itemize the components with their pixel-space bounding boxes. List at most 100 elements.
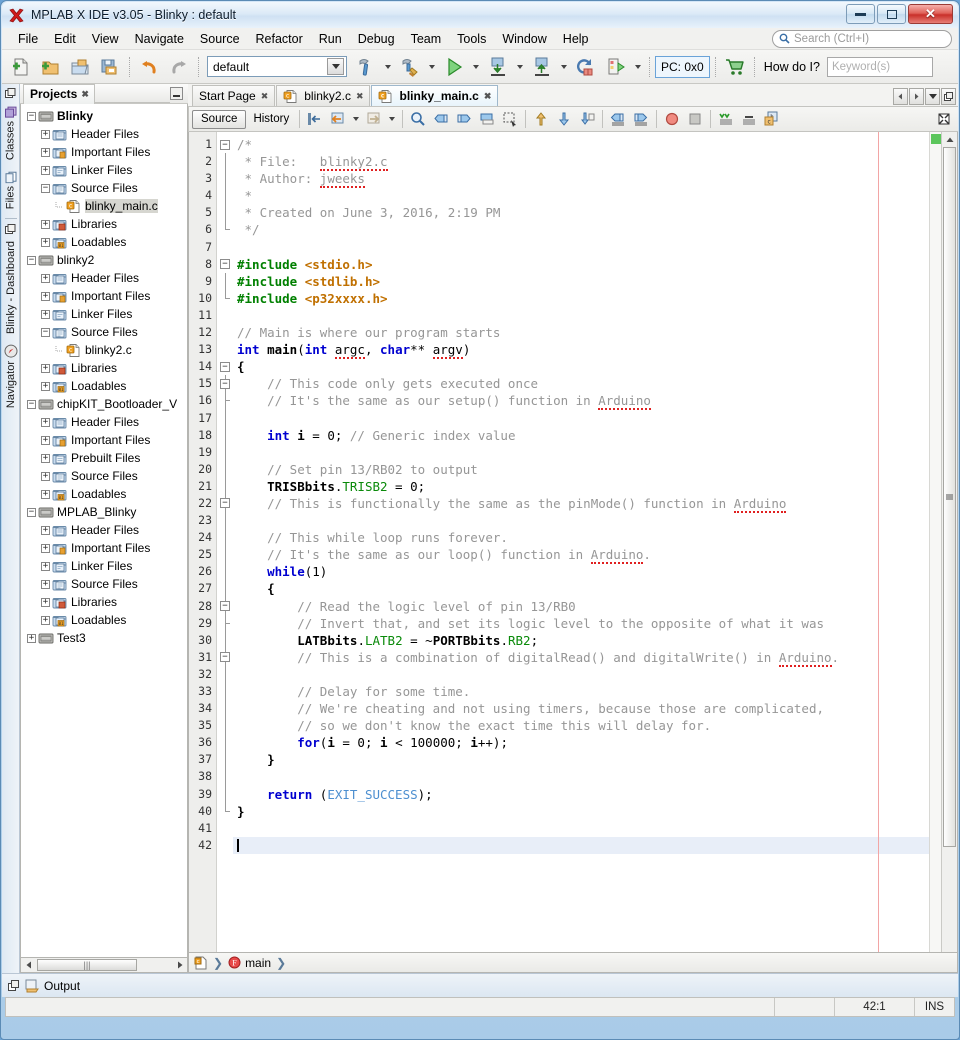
tree-item[interactable]: + Important Files (23, 431, 187, 449)
collapse-toggle-icon[interactable]: − (27, 255, 36, 265)
code-line[interactable]: * Created on June 3, 2016, 2:19 PM (233, 204, 929, 221)
code-line[interactable]: for(i = 0; i < 100000; i++); (233, 734, 929, 751)
tree-item[interactable]: + Test3 (23, 629, 187, 647)
code-line[interactable]: // Read the logic level of pin 13/RB0 (233, 598, 929, 615)
close-icon[interactable]: ✖ (81, 89, 89, 100)
code-line[interactable] (233, 768, 929, 785)
fold-cell[interactable]: − (217, 494, 233, 513)
collapse-toggle-icon[interactable]: − (41, 327, 50, 337)
expand-toggle-icon[interactable]: + (41, 597, 50, 607)
next-bookmark-icon[interactable] (453, 108, 475, 130)
code-line[interactable] (233, 307, 929, 324)
tree-item[interactable]: + Header Files (23, 269, 187, 287)
tree-item[interactable]: + Important Files (23, 287, 187, 305)
expand-toggle-icon[interactable]: + (41, 435, 50, 445)
toggle-bookmark-icon[interactable] (476, 108, 498, 130)
tree-item[interactable]: +01 Loadables (23, 611, 187, 629)
code-line[interactable]: // It's the same as our setup() function… (233, 392, 929, 411)
code-line[interactable] (233, 512, 929, 529)
expand-toggle-icon[interactable]: + (41, 291, 50, 301)
code-line[interactable]: int main(int argc, char** argv) (233, 341, 929, 360)
maximize-window-icon[interactable] (933, 108, 955, 130)
shopping-cart-icon[interactable] (721, 53, 749, 81)
expand-toggle-icon[interactable]: + (41, 453, 50, 463)
expand-toggle-icon[interactable]: + (41, 273, 50, 283)
scroll-tabs-right-button[interactable] (909, 88, 924, 105)
expand-toggle-icon[interactable]: + (41, 237, 50, 247)
code-line[interactable]: { (233, 358, 929, 375)
tree-item[interactable]: + Libraries (23, 359, 187, 377)
last-edit-icon[interactable] (304, 108, 326, 130)
fold-cell[interactable]: − (217, 256, 233, 273)
sidebar-item-dashboard[interactable]: Blinky - Dashboard (4, 237, 18, 338)
code-line[interactable]: // Invert that, and set its logic level … (233, 615, 929, 632)
previous-error-icon[interactable] (530, 108, 552, 130)
menu-view[interactable]: View (84, 29, 127, 49)
sidebar-item-navigator[interactable]: Navigator (3, 340, 19, 412)
code-line[interactable]: // Main is where our program starts (233, 324, 929, 341)
code-line[interactable] (233, 820, 929, 837)
collapse-toggle-icon[interactable]: − (27, 111, 36, 121)
step-icon[interactable] (602, 53, 630, 81)
tree-item[interactable]: − Source Files (23, 179, 187, 197)
code-line[interactable]: { (233, 580, 929, 597)
toggle-breakpoint-icon[interactable] (661, 108, 683, 130)
sidebar-item-classes[interactable]: Classes (3, 101, 18, 164)
code-line[interactable]: int i = 0; // Generic index value (233, 427, 929, 444)
code-line[interactable]: // We're cheating and not using timers, … (233, 700, 929, 717)
menu-tools[interactable]: Tools (449, 29, 494, 49)
code-line[interactable]: TRISBbits.TRISB2 = 0; (233, 478, 929, 495)
back-icon[interactable] (327, 108, 349, 130)
code-line[interactable]: } (233, 803, 929, 820)
code-line[interactable] (233, 410, 929, 427)
find-selection-icon[interactable] (407, 108, 429, 130)
tree-item[interactable]: − Source Files (23, 323, 187, 341)
menu-team[interactable]: Team (403, 29, 450, 49)
tab-output[interactable]: Output (25, 979, 80, 993)
keyword-input[interactable]: Keyword(s) (826, 56, 933, 77)
new-file-icon[interactable] (6, 53, 34, 81)
uncomment-icon[interactable] (738, 108, 760, 130)
code-line[interactable]: // Set pin 13/RB02 to output (233, 461, 929, 478)
menu-file[interactable]: File (10, 29, 46, 49)
expand-toggle-icon[interactable]: + (41, 525, 50, 535)
step-chevron-icon[interactable] (635, 64, 641, 69)
editor-vscrollbar[interactable] (941, 132, 957, 952)
close-button[interactable]: ✕ (908, 4, 953, 24)
tree-item[interactable]: + Important Files (23, 143, 187, 161)
maximize-editor-button[interactable] (941, 88, 956, 105)
vscroll-thumb[interactable] (943, 147, 956, 847)
code-line[interactable]: // It's the same as our loop() function … (233, 546, 929, 565)
search-input[interactable]: Search (Ctrl+I) (772, 29, 952, 48)
expand-toggle-icon[interactable]: + (41, 147, 50, 157)
editor-tab[interactable]: c blinky2.c ✖ (276, 85, 371, 106)
code-line[interactable]: /* (233, 136, 929, 153)
expand-toggle-icon[interactable]: + (41, 309, 50, 319)
hammer-broom-icon[interactable] (396, 53, 424, 81)
code-editor[interactable]: 1 2 3 4 5 6 7 8 9 10 11 12 13 14 15 16 17 18 19 20 21 22 23 24 2… (188, 132, 958, 953)
fold-cell[interactable]: − (217, 358, 233, 375)
new-project-icon[interactable] (36, 53, 64, 81)
debug-down-icon[interactable] (484, 53, 512, 81)
code-line[interactable]: * (233, 187, 929, 204)
fold-cell[interactable]: − (217, 648, 233, 666)
expand-toggle-icon[interactable]: + (41, 165, 50, 175)
fold-cell[interactable]: − (217, 136, 233, 153)
expand-toggle-icon[interactable]: + (41, 543, 50, 553)
sidebar-item-files[interactable]: Files (3, 166, 18, 213)
fold-cell[interactable]: − (217, 375, 233, 393)
hammer-icon[interactable] (352, 53, 380, 81)
code-line[interactable]: * Author: jweeks (233, 170, 929, 189)
tree-item[interactable]: + Source Files (23, 575, 187, 593)
code-line[interactable]: while(1) (233, 563, 929, 580)
expand-toggle-icon[interactable]: + (27, 633, 36, 643)
menu-navigate[interactable]: Navigate (127, 29, 192, 49)
expand-toggle-icon[interactable]: + (41, 129, 50, 139)
code-fold-column[interactable]: − − − − − − − (217, 132, 233, 952)
rectangular-selection-icon[interactable] (499, 108, 521, 130)
minimize-button[interactable] (846, 4, 875, 24)
scroll-tabs-left-button[interactable] (893, 88, 908, 105)
tree-item[interactable]: − blinky2 (23, 251, 187, 269)
forward-icon[interactable] (363, 108, 385, 130)
project-tree[interactable]: − Blinky + Header Files + Important Files + Lin… (20, 104, 188, 958)
